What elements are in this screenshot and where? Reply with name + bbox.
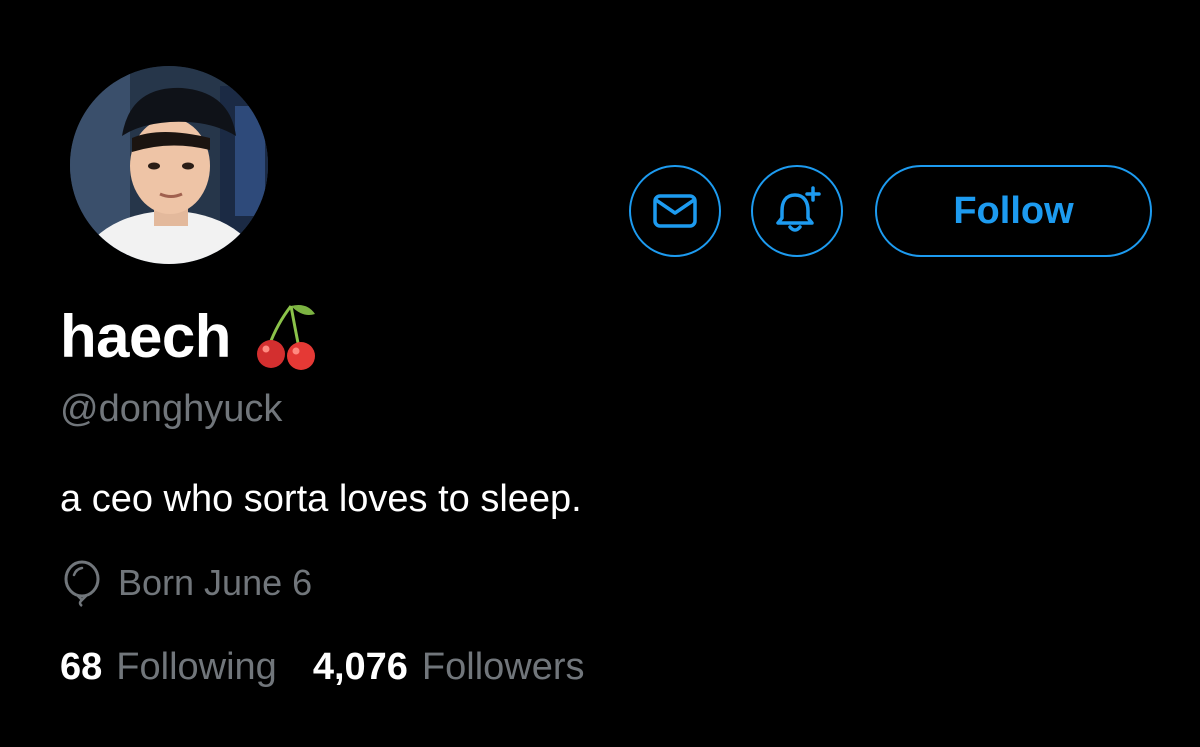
bio: a ceo who sorta loves to sleep. (60, 478, 582, 520)
followers-count: 4,076 (312, 646, 408, 688)
display-name: haech (60, 302, 231, 370)
following-link[interactable]: 68 Following (60, 646, 277, 689)
bell-plus-icon (776, 186, 821, 232)
following-label: Following (116, 646, 277, 688)
following-count: 68 (60, 646, 103, 688)
birth-text: Born June 6 (118, 562, 313, 603)
name-row: haech (60, 296, 319, 376)
balloon-icon (60, 559, 104, 607)
message-button[interactable] (629, 165, 721, 257)
follow-stats: 68 Following 4,076 Followers (60, 646, 585, 689)
follow-button[interactable]: Follow (875, 165, 1152, 257)
user-handle: @donghyuck (60, 388, 283, 430)
profile-avatar[interactable] (70, 66, 268, 264)
avatar-image (70, 66, 268, 264)
notify-button[interactable] (751, 165, 843, 257)
followers-link[interactable]: 4,076 Followers (313, 646, 585, 689)
followers-label: Followers (421, 646, 585, 688)
birth-date: Born June 6 (60, 558, 312, 608)
envelope-icon (653, 194, 697, 228)
cherries-icon (255, 300, 319, 372)
